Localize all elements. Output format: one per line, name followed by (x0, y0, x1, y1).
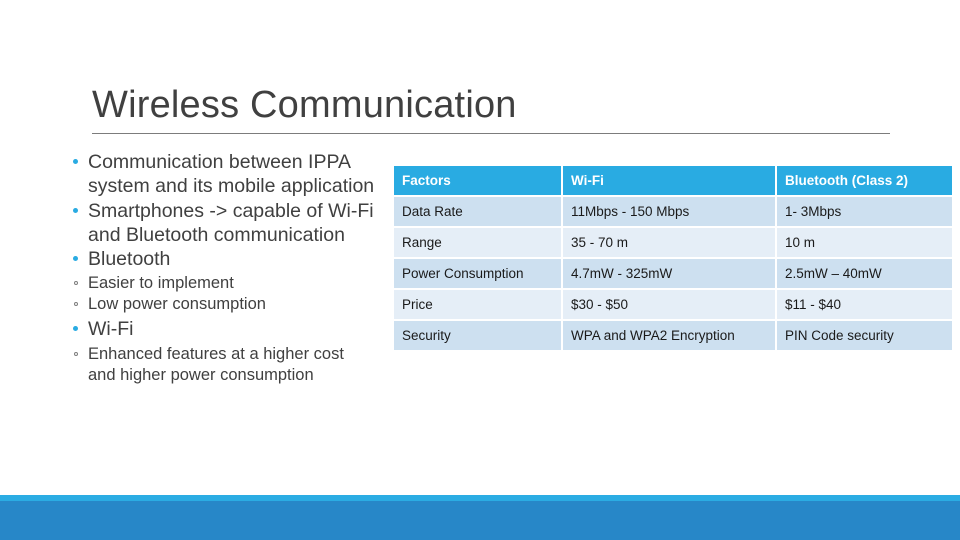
table-cell-wifi: $30 - $50 (563, 290, 775, 319)
table-header-cell-factors: Factors (394, 166, 561, 195)
table-cell-wifi: WPA and WPA2 Encryption (563, 321, 775, 350)
table-cell-wifi: 4.7mW - 325mW (563, 259, 775, 288)
bullet-circle-icon (74, 351, 78, 356)
table-header-row: Factors Wi-Fi Bluetooth (Class 2) (394, 166, 952, 195)
bullet-list-region: Communication between IPPA system and it… (66, 150, 376, 388)
table-header-cell-bluetooth: Bluetooth (Class 2) (777, 166, 952, 195)
list-item: Easier to implement (66, 273, 376, 294)
table-cell-bluetooth: PIN Code security (777, 321, 952, 350)
table-cell-bluetooth: 10 m (777, 228, 952, 257)
bullet-circle-icon (74, 281, 78, 286)
list-item: Wi-Fi (66, 317, 376, 341)
list-item-label: Smartphones -> capable of Wi-Fi and Blue… (88, 199, 374, 246)
table-row: Security WPA and WPA2 Encryption PIN Cod… (394, 321, 952, 350)
table-cell-factor: Power Consumption (394, 259, 561, 288)
list-item-label: Wi-Fi (88, 318, 134, 341)
list-item: Enhanced features at a higher cost and h… (66, 344, 376, 386)
table-cell-bluetooth: $11 - $40 (777, 290, 952, 319)
title-divider (92, 133, 890, 134)
comparison-table: Factors Wi-Fi Bluetooth (Class 2) Data R… (392, 164, 954, 352)
list-item: Low power consumption (66, 294, 376, 315)
table-cell-factor: Data Rate (394, 197, 561, 226)
bullet-dot-icon (73, 326, 78, 332)
list-item: Smartphones -> capable of Wi-Fi and Blue… (66, 199, 376, 248)
table-cell-factor: Price (394, 290, 561, 319)
table-cell-wifi: 11Mbps - 150 Mbps (563, 197, 775, 226)
table-cell-bluetooth: 2.5mW – 40mW (777, 259, 952, 288)
list-item: Communication between IPPA system and it… (66, 150, 376, 199)
list-item-label: Easier to implement (88, 274, 234, 293)
sub-bullet-list: Easier to implement Low power consumptio… (66, 273, 376, 315)
bullet-dot-icon (73, 207, 78, 213)
sub-bullet-list: Enhanced features at a higher cost and h… (66, 344, 376, 386)
table-row: Range 35 - 70 m 10 m (394, 228, 952, 257)
table-cell-wifi: 35 - 70 m (563, 228, 775, 257)
table-cell-factor: Security (394, 321, 561, 350)
table-row: Power Consumption 4.7mW - 325mW 2.5mW – … (394, 259, 952, 288)
accent-stripe-dark (0, 501, 960, 540)
table-header-cell-wifi: Wi-Fi (563, 166, 775, 195)
table-cell-bluetooth: 1- 3Mbps (777, 197, 952, 226)
list-item-label: Communication between IPPA system and it… (88, 151, 375, 198)
table-row: Data Rate 11Mbps - 150 Mbps 1- 3Mbps (394, 197, 952, 226)
table-cell-factor: Range (394, 228, 561, 257)
bullet-list: Communication between IPPA system and it… (66, 150, 376, 386)
table-row: Price $30 - $50 $11 - $40 (394, 290, 952, 319)
page-title: Wireless Communication (92, 84, 517, 126)
list-item-label: Bluetooth (88, 248, 171, 271)
bullet-circle-icon (74, 302, 78, 307)
bullet-dot-icon (73, 256, 78, 262)
list-item-label: Enhanced features at a higher cost and h… (88, 344, 344, 384)
bullet-dot-icon (73, 159, 78, 164)
list-item-label: Low power consumption (88, 295, 266, 314)
list-item: Bluetooth (66, 247, 376, 271)
